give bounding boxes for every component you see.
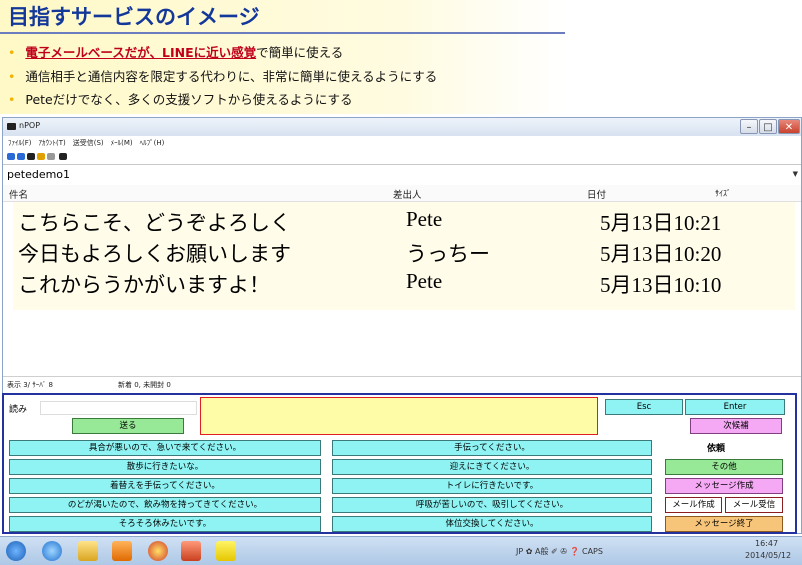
mail-list: こちらこそ、どうぞよろしく Pete 5月13日10:21 今日もよろしくお願い… bbox=[13, 202, 795, 310]
bullet-dot-icon: • bbox=[8, 69, 16, 84]
send-icon[interactable] bbox=[17, 153, 25, 160]
read-label: 読み bbox=[9, 405, 28, 415]
phrase-button[interactable]: 呼吸が苦しいので、吸引してください。 bbox=[332, 497, 652, 513]
phrase-button[interactable]: 着替えを手伝ってください。 bbox=[9, 478, 321, 494]
phrase-button[interactable]: 体位交換してください。 bbox=[332, 516, 652, 532]
message-create-button[interactable]: メッセージ作成 bbox=[665, 478, 783, 494]
clock-date[interactable]: 2014/05/12 bbox=[745, 551, 791, 560]
new-mail-icon[interactable] bbox=[27, 153, 35, 160]
mail-create-button[interactable]: メール作成 bbox=[665, 497, 722, 513]
mail-row[interactable]: こちらこそ、どうぞよろしく Pete 5月13日10:21 bbox=[13, 207, 795, 237]
mail-date: 5月13日10:20 bbox=[600, 242, 722, 266]
request-label: 依頼 bbox=[707, 444, 726, 454]
chrome-icon[interactable] bbox=[148, 541, 168, 561]
receive-icon[interactable] bbox=[7, 153, 15, 160]
menu-account[interactable]: ｱｶｳﾝﾄ(T) bbox=[39, 139, 66, 147]
powerpoint-icon[interactable] bbox=[181, 541, 201, 561]
mailbox-icon[interactable] bbox=[59, 153, 67, 160]
ie-icon[interactable] bbox=[42, 541, 62, 561]
column-date[interactable]: 日付 bbox=[587, 187, 606, 201]
phrase-button[interactable]: のどが渇いたので、飲み物を持ってきてください。 bbox=[9, 497, 321, 513]
bullet-dot-icon: • bbox=[8, 92, 16, 107]
bullet-2: • 通信相手と通信内容を限定する代わりに、非常に簡単に使えるようにする bbox=[8, 66, 437, 85]
esc-button[interactable]: Esc bbox=[605, 399, 683, 415]
minimize-button[interactable]: – bbox=[740, 119, 758, 134]
bullet-1: • 電子メールベースだが、LINEに近い感覚で簡単に使える bbox=[8, 42, 343, 61]
mail-from: Pete bbox=[406, 269, 443, 293]
mail-date: 5月13日10:10 bbox=[600, 273, 722, 297]
assist-panel: 読み 送る Esc Enter 次候補 具合が悪いので、急いで来てください。 散… bbox=[2, 393, 797, 534]
npop-taskbar-icon[interactable] bbox=[216, 541, 236, 561]
mail-receive-button[interactable]: メール受信 bbox=[725, 497, 783, 513]
close-button[interactable]: ✕ bbox=[778, 119, 800, 134]
toolbar bbox=[3, 150, 801, 164]
slide-title: 目指すサービスのイメージ bbox=[8, 5, 260, 29]
menu-help[interactable]: ﾍﾙﾌﾟ(H) bbox=[140, 139, 165, 147]
menu-file[interactable]: ﾌｧｲﾙ(F) bbox=[8, 139, 32, 147]
mail-icon bbox=[7, 123, 16, 130]
menu-sendrecv[interactable]: 送受信(S) bbox=[73, 139, 104, 147]
bullet-3-text: Peteだけでなく、多くの支援ソフトから使えるようにする bbox=[25, 92, 353, 107]
phrase-button[interactable]: トイレに行きたいです。 bbox=[332, 478, 652, 494]
slide-header: 目指すサービスのイメージ • 電子メールベースだが、LINEに近い感覚で簡単に使え… bbox=[0, 0, 565, 114]
menu-mail[interactable]: ﾒｰﾙ(M) bbox=[111, 139, 133, 147]
account-selector[interactable]: petedemo1 ▼ bbox=[3, 164, 801, 186]
column-subject[interactable]: 件名 bbox=[9, 187, 28, 201]
clock-time[interactable]: 16:47 bbox=[755, 539, 778, 548]
title-bar[interactable]: nPOP – □ ✕ bbox=[3, 118, 801, 136]
address-icon[interactable] bbox=[37, 153, 45, 160]
message-end-button[interactable]: メッセージ終了 bbox=[665, 516, 783, 532]
taskbar: JP ✿ A般 ✐ ✇ ❓ CAPS 16:47 2014/05/12 bbox=[0, 536, 802, 565]
list-header: 件名 差出人 日付 ｻｲｽﾞ bbox=[3, 185, 801, 202]
menu-bar: ﾌｧｲﾙ(F) ｱｶｳﾝﾄ(T) 送受信(S) ﾒｰﾙ(M) ﾍﾙﾌﾟ(H) bbox=[3, 138, 801, 150]
bullet-2-text: 通信相手と通信内容を限定する代わりに、非常に簡単に使えるようにする bbox=[25, 69, 438, 84]
media-icon[interactable] bbox=[112, 541, 132, 561]
chevron-down-icon: ▼ bbox=[792, 170, 798, 178]
column-from[interactable]: 差出人 bbox=[393, 187, 422, 201]
mail-date: 5月13日10:21 bbox=[600, 211, 722, 235]
bullet-1-highlight: 電子メールベースだが、LINEに近い感覚 bbox=[25, 45, 257, 60]
mail-row[interactable]: これからうかがいますよ！ Pete 5月13日10:10 bbox=[13, 269, 795, 299]
phrase-button[interactable]: 散歩に行きたいな。 bbox=[9, 459, 321, 475]
mail-from: Pete bbox=[406, 207, 443, 231]
mail-from: うっちー bbox=[406, 242, 490, 266]
account-name: petedemo1 bbox=[7, 168, 71, 181]
title-divider bbox=[0, 32, 565, 34]
start-icon[interactable] bbox=[6, 541, 26, 561]
phrase-button[interactable]: そろそろ休みたいです。 bbox=[9, 516, 321, 532]
phrase-button[interactable]: 手伝ってください。 bbox=[332, 440, 652, 456]
read-input[interactable] bbox=[40, 401, 197, 415]
message-area[interactable] bbox=[200, 397, 598, 435]
folder-icon[interactable] bbox=[78, 541, 98, 561]
phrase-button[interactable]: 具合が悪いので、急いで来てください。 bbox=[9, 440, 321, 456]
column-size[interactable]: ｻｲｽﾞ bbox=[715, 188, 731, 199]
enter-button[interactable]: Enter bbox=[685, 399, 785, 415]
bullet-1-rest: で簡単に使える bbox=[256, 45, 344, 60]
system-tray[interactable]: JP ✿ A般 ✐ ✇ ❓ CAPS bbox=[516, 546, 603, 557]
mail-subject: これからうかがいますよ！ bbox=[18, 273, 270, 297]
mail-row[interactable]: 今日もよろしくお願いします うっちー 5月13日10:20 bbox=[13, 238, 795, 268]
status-count: 表示 3/ ｻｰﾊﾞ 8 bbox=[7, 381, 53, 389]
bullet-3: • Peteだけでなく、多くの支援ソフトから使えるようにする bbox=[8, 89, 353, 108]
other-button[interactable]: その他 bbox=[665, 459, 783, 475]
mail-subject: こちらこそ、どうぞよろしく bbox=[18, 211, 291, 235]
send-button[interactable]: 送る bbox=[72, 418, 184, 434]
next-candidate-button[interactable]: 次候補 bbox=[690, 418, 782, 434]
status-bar: 表示 3/ ｻｰﾊﾞ 8 新着 0, 未開封 0 bbox=[3, 376, 801, 391]
status-new: 新着 0, 未開封 0 bbox=[118, 381, 171, 389]
bullet-dot-icon: • bbox=[8, 45, 16, 60]
phrase-button[interactable]: 迎えにきてください。 bbox=[332, 459, 652, 475]
settings-icon[interactable] bbox=[47, 153, 55, 160]
maximize-button[interactable]: □ bbox=[759, 119, 777, 134]
window-title: nPOP bbox=[19, 121, 41, 130]
mail-subject: 今日もよろしくお願いします bbox=[18, 242, 291, 266]
